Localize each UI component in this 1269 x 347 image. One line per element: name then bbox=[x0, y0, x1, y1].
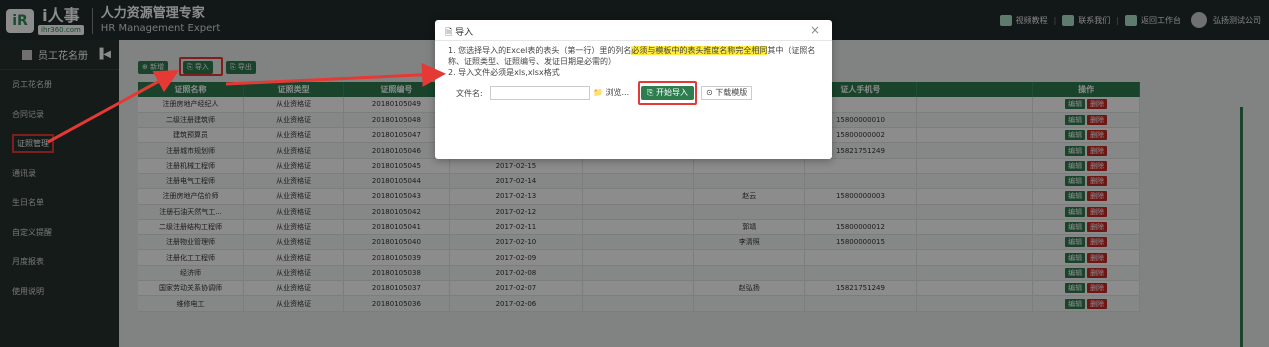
annotation-arrows bbox=[47, 62, 446, 144]
arrow-import-to-dialog bbox=[225, 62, 446, 87]
arrow-sidebar-to-import bbox=[47, 70, 180, 144]
